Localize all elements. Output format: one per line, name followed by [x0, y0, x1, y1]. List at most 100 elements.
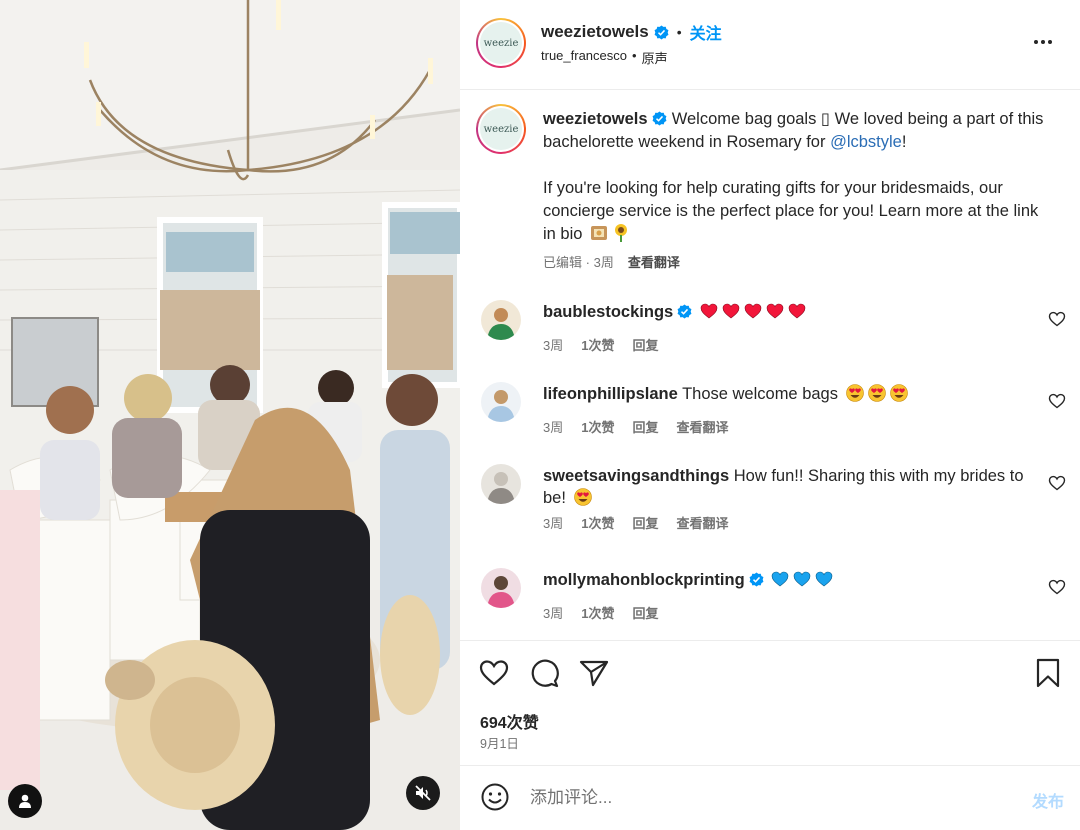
unsupported-glyph: ▯ — [820, 110, 831, 128]
comment-body: Those welcome bags — [682, 385, 838, 403]
comment-input[interactable] — [530, 784, 1000, 812]
comment-likes[interactable]: 1次赞 — [581, 513, 614, 532]
audio-user[interactable]: true_francesco — [541, 48, 627, 67]
commenter-username[interactable]: baublestockings — [543, 303, 673, 321]
see-translation-link[interactable]: 查看翻译 — [676, 513, 728, 532]
caption-part1: Welcome bag goals — [667, 110, 821, 128]
commenter-username[interactable]: lifeonphillipslane — [543, 385, 678, 403]
verified-icon — [652, 111, 667, 126]
comment-item: lifeonphillipslane Those welcome bags 3周… — [460, 380, 1080, 460]
sunflower-emoji-icon — [615, 224, 628, 242]
framed-picture-emoji-icon — [591, 226, 608, 240]
commenter-avatar[interactable] — [481, 464, 521, 504]
reply-button[interactable]: 回复 — [632, 335, 658, 354]
post-photo — [0, 0, 460, 830]
post-header: weezie weezietowels • 关注 true_francesco … — [460, 0, 1080, 90]
comment-likes[interactable]: 1次赞 — [581, 417, 614, 436]
author-avatar[interactable]: weezie — [476, 18, 526, 68]
comment-box: 发布 — [460, 765, 1080, 830]
follow-button[interactable]: 关注 — [690, 20, 722, 44]
blue-heart-emoji-icon — [815, 571, 833, 587]
weezie-logo: weezie — [480, 108, 522, 150]
reply-button[interactable]: 回复 — [632, 417, 658, 436]
comment-meta: 3周 1次赞 回复 查看翻译 — [543, 513, 729, 532]
red-heart-emoji-icon — [722, 303, 740, 319]
heart-eyes-emoji-icon — [845, 384, 864, 402]
emoji-icon[interactable] — [480, 782, 510, 812]
heart-eyes-emoji-icon — [573, 488, 592, 506]
more-options-button[interactable] — [1026, 30, 1060, 54]
audio-row: true_francesco • 原声 — [541, 48, 668, 67]
caption-part3: ! — [901, 133, 907, 151]
more-icon — [1034, 40, 1038, 44]
see-translation-link[interactable]: 查看翻译 — [628, 252, 680, 271]
heart-icon[interactable] — [1048, 474, 1066, 492]
verified-icon — [749, 572, 764, 587]
comment-meta: 3周 1次赞 回复 — [543, 603, 658, 622]
commenter-username[interactable]: sweetsavingsandthings — [543, 467, 729, 485]
comment-time[interactable]: 3周 — [543, 417, 563, 436]
post-media[interactable] — [0, 0, 460, 830]
post-date[interactable]: 9月1日 — [480, 733, 519, 752]
caption-text: weezietowels Welcome bag goals ▯ We love… — [543, 108, 1053, 246]
mute-icon — [415, 785, 431, 801]
post-caption: weezie weezietowels Welcome bag goals ▯ … — [460, 90, 1080, 300]
comment-text: sweetsavingsandthings How fun!! Sharing … — [543, 465, 1033, 509]
caption-avatar[interactable]: weezie — [476, 104, 526, 154]
heart-eyes-emoji-icon — [867, 384, 886, 402]
author-row: weezietowels • 关注 — [541, 20, 722, 44]
like-icon[interactable] — [478, 657, 510, 689]
action-bar: 694次赞 9月1日 — [460, 640, 1080, 765]
comment-likes[interactable]: 1次赞 — [581, 603, 614, 622]
caption-username[interactable]: weezietowels — [543, 110, 648, 128]
separator-dot: • — [632, 48, 637, 63]
save-icon[interactable] — [1032, 657, 1064, 689]
comment-time[interactable]: 3周 — [543, 513, 563, 532]
see-translation-link[interactable]: 查看翻译 — [676, 417, 728, 436]
heart-eyes-emoji-icon — [889, 384, 908, 402]
reply-button[interactable]: 回复 — [632, 513, 658, 532]
comment-time[interactable]: 3周 — [543, 335, 563, 354]
user-tag-icon — [19, 794, 31, 808]
comment-text: mollymahonblockprinting — [543, 569, 1033, 591]
commenter-username[interactable]: mollymahonblockprinting — [543, 571, 745, 589]
post-comment-button[interactable]: 发布 — [1032, 788, 1064, 812]
mention-link[interactable]: @lcbstyle — [830, 133, 902, 151]
comment-text: lifeonphillipslane Those welcome bags — [543, 383, 1033, 405]
red-heart-emoji-icon — [766, 303, 784, 319]
post-details-panel: weezie weezietowels • 关注 true_francesco … — [460, 0, 1080, 830]
caption-meta: 已编辑 · 3周 查看翻译 — [543, 252, 680, 271]
red-heart-emoji-icon — [700, 303, 718, 319]
reply-button[interactable]: 回复 — [632, 603, 658, 622]
commenter-avatar[interactable] — [481, 382, 521, 422]
comment-text: baublestockings — [543, 301, 1033, 323]
comment-meta: 3周 1次赞 回复 查看翻译 — [543, 417, 729, 436]
heart-icon[interactable] — [1048, 392, 1066, 410]
heart-icon[interactable] — [1048, 310, 1066, 328]
heart-icon[interactable] — [1048, 578, 1066, 596]
audio-label[interactable]: 原声 — [642, 48, 668, 67]
share-icon[interactable] — [578, 657, 610, 689]
comment-item: baublestockings 3周 1次赞 回复 — [460, 298, 1080, 378]
mute-button[interactable] — [406, 776, 440, 810]
comment-icon[interactable] — [528, 657, 560, 689]
comment-item: mollymahonblockprinting 3周 1次赞 回复 — [460, 566, 1080, 646]
author-username[interactable]: weezietowels — [541, 22, 649, 42]
comment-time[interactable]: 3周 — [543, 603, 563, 622]
comment-item: sweetsavingsandthings How fun!! Sharing … — [460, 462, 1080, 542]
comment-likes[interactable]: 1次赞 — [581, 335, 614, 354]
red-heart-emoji-icon — [744, 303, 762, 319]
weezie-logo: weezie — [480, 22, 522, 64]
commenter-avatar[interactable] — [481, 300, 521, 340]
commenter-avatar[interactable] — [481, 568, 521, 608]
verified-icon — [677, 304, 692, 319]
verified-icon — [654, 24, 669, 40]
edited-label: 已编辑 — [543, 255, 583, 270]
separator-dot: • — [676, 24, 682, 40]
user-tag-button[interactable] — [8, 784, 42, 818]
blue-heart-emoji-icon — [771, 571, 789, 587]
likes-count[interactable]: 694次赞 — [480, 709, 539, 733]
blue-heart-emoji-icon — [793, 571, 811, 587]
caption-time[interactable]: 3周 — [594, 255, 614, 270]
red-heart-emoji-icon — [788, 303, 806, 319]
